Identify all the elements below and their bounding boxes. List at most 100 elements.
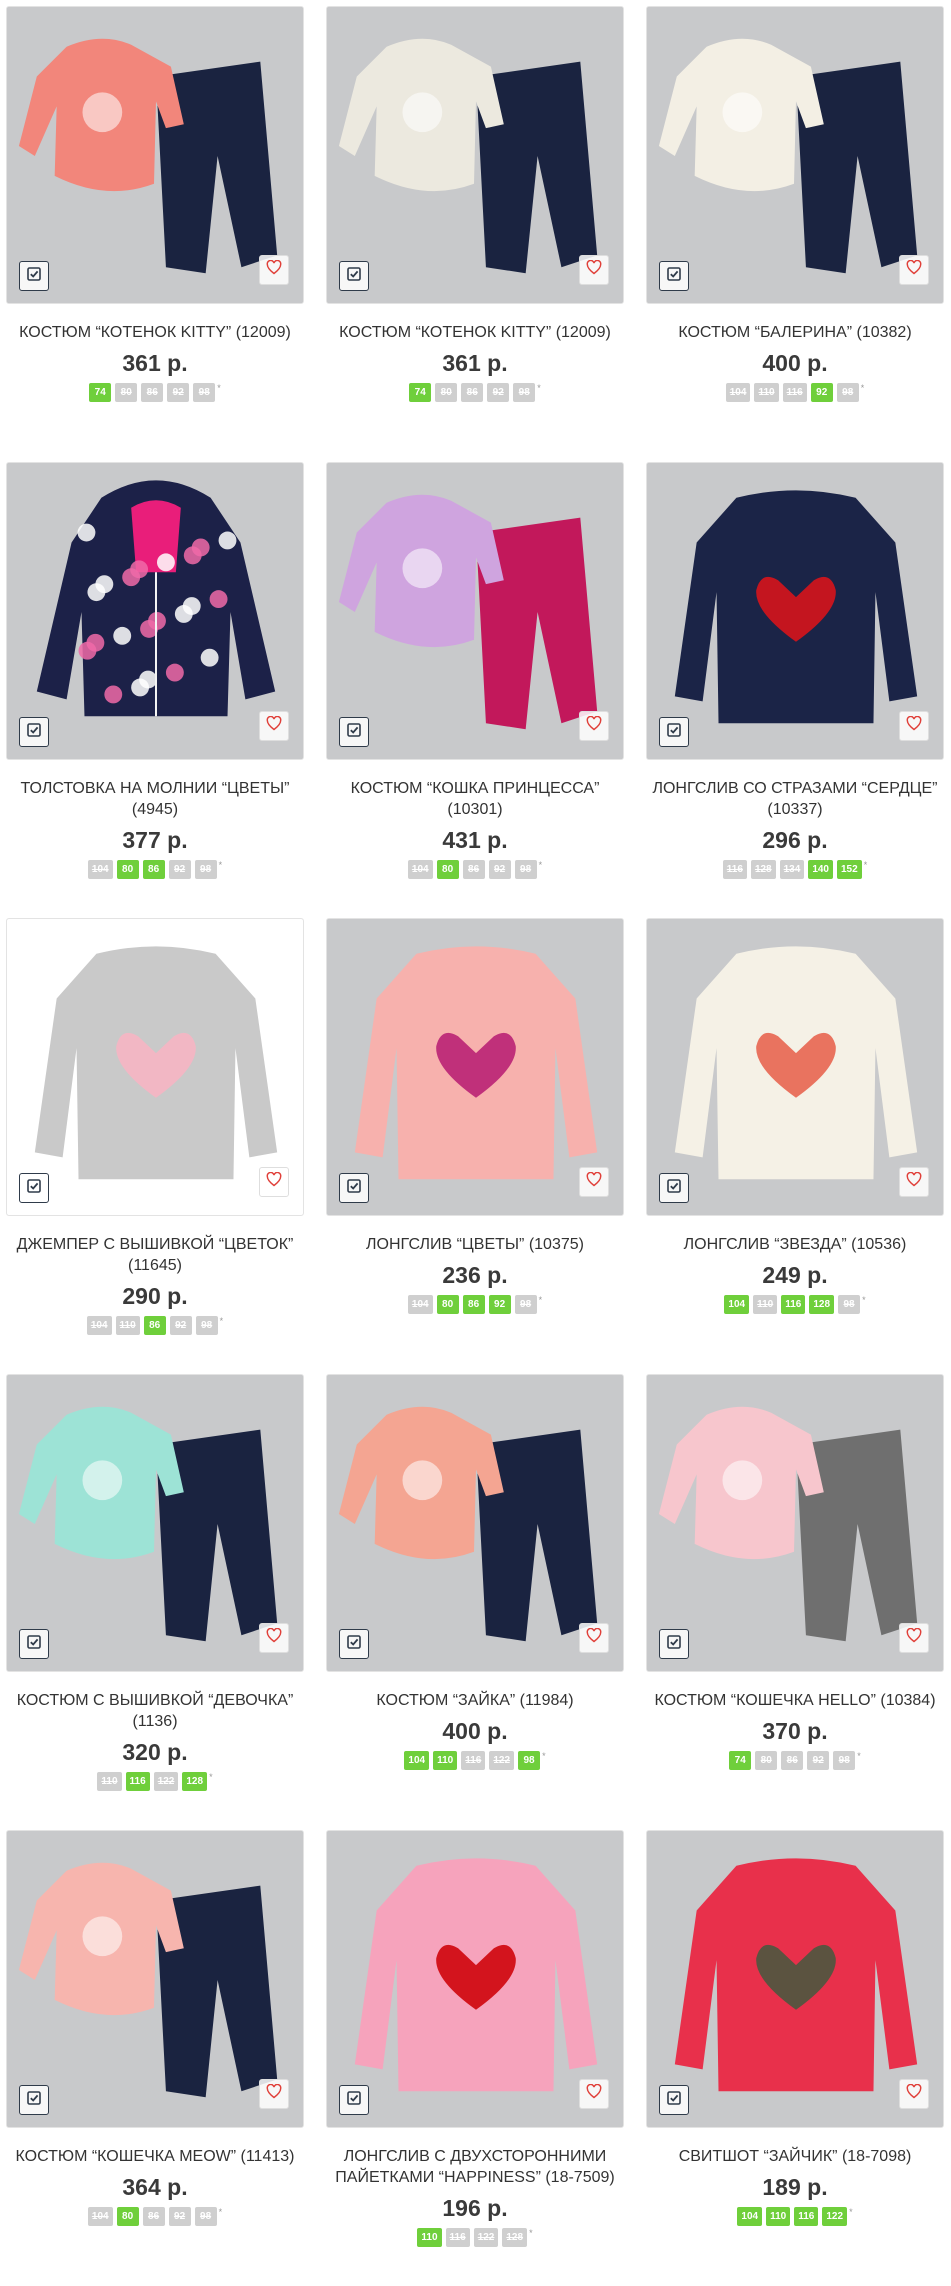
size-badge[interactable]: 92: [168, 860, 191, 879]
size-badge[interactable]: 122: [822, 2207, 848, 2226]
size-badge[interactable]: 86: [461, 383, 484, 402]
size-badge[interactable]: 128: [502, 2228, 528, 2247]
size-badge[interactable]: 110: [753, 1295, 778, 1314]
favorite-button[interactable]: [579, 2079, 609, 2109]
size-badge[interactable]: 116: [722, 860, 747, 879]
size-badge[interactable]: 98: [194, 2207, 217, 2226]
size-badge[interactable]: 92: [810, 383, 833, 402]
product-photo[interactable]: [6, 1374, 304, 1672]
product-card[interactable]: КОСТЮМ “КОШКА ПРИНЦЕССА” (10301) 431 р. 10…: [326, 462, 624, 918]
product-title[interactable]: ДЖЕМПЕР С ВЫШИВКОЙ “ЦВЕТОК” (11645): [6, 1234, 304, 1276]
size-badge[interactable]: 92: [168, 2207, 191, 2226]
size-badge[interactable]: 98: [838, 1295, 861, 1314]
product-card[interactable]: ЛОНГСЛИВ “ЗВЕЗДА” (10536) 249 р. 104 110 116…: [646, 918, 944, 1374]
favorite-button[interactable]: [579, 255, 609, 285]
favorite-button[interactable]: [899, 255, 929, 285]
product-photo[interactable]: [646, 6, 944, 304]
size-badge[interactable]: 104: [86, 1316, 112, 1335]
product-card[interactable]: КОСТЮМ “КОШЕЧКА HELLO” (10384) 370 р. 74 80…: [646, 1374, 944, 1830]
compare-checkbox-button[interactable]: [659, 261, 689, 291]
product-card[interactable]: ЛОНГСЛИВ С ДВУХСТОРОННИМИ ПАЙЕТКАМИ “HAP…: [326, 1830, 624, 2286]
size-badge[interactable]: 92: [488, 860, 511, 879]
product-card[interactable]: КОСТЮМ С ВЫШИВКОЙ “ДЕВОЧКА” (1136) 320 р.…: [6, 1374, 304, 1830]
size-badge[interactable]: 98: [513, 383, 536, 402]
product-card[interactable]: КОСТЮМ “БАЛЕРИНА” (10382) 400 р. 104 110 116…: [646, 6, 944, 462]
size-badge[interactable]: 98: [193, 383, 216, 402]
size-badge[interactable]: 104: [404, 1751, 430, 1770]
product-photo[interactable]: [326, 1830, 624, 2128]
favorite-button[interactable]: [259, 1167, 289, 1197]
favorite-button[interactable]: [259, 1623, 289, 1653]
size-badge[interactable]: 110: [417, 2228, 442, 2247]
product-title[interactable]: КОСТЮМ С ВЫШИВКОЙ “ДЕВОЧКА” (1136): [6, 1690, 304, 1732]
size-badge[interactable]: 110: [433, 1751, 458, 1770]
product-title[interactable]: ЛОНГСЛИВ С ДВУХСТОРОННИМИ ПАЙЕТКАМИ “HAP…: [326, 2146, 624, 2188]
size-badge[interactable]: 134: [779, 860, 805, 879]
product-card[interactable]: КОСТЮМ “КОШЕЧКА MEOW” (11413) 364 р. 104 80…: [6, 1830, 304, 2286]
product-card[interactable]: ТОЛСТОВКА НА МОЛНИИ “ЦВЕТЫ” (4945) 377 р.…: [6, 462, 304, 918]
size-badge[interactable]: 116: [781, 1295, 806, 1314]
product-card[interactable]: ДЖЕМПЕР С ВЫШИВКОЙ “ЦВЕТОК” (11645) 290 р…: [6, 918, 304, 1374]
size-badge[interactable]: 116: [125, 1772, 150, 1791]
compare-checkbox-button[interactable]: [659, 2085, 689, 2115]
product-photo[interactable]: [6, 462, 304, 760]
compare-checkbox-button[interactable]: [339, 261, 369, 291]
favorite-button[interactable]: [899, 1623, 929, 1653]
size-badge[interactable]: 122: [489, 1751, 515, 1770]
size-badge[interactable]: 116: [445, 2228, 470, 2247]
size-badge[interactable]: 80: [755, 1751, 778, 1770]
product-photo[interactable]: [646, 1830, 944, 2128]
compare-checkbox-button[interactable]: [339, 1629, 369, 1659]
product-title[interactable]: КОСТЮМ “БАЛЕРИНА” (10382): [646, 322, 944, 343]
size-badge[interactable]: 86: [462, 1295, 485, 1314]
size-badge[interactable]: 128: [809, 1295, 835, 1314]
size-badge[interactable]: 80: [116, 860, 139, 879]
size-badge[interactable]: 98: [514, 860, 537, 879]
size-badge[interactable]: 86: [141, 383, 164, 402]
product-title[interactable]: КОСТЮМ “КОШЕЧКА HELLO” (10384): [646, 1690, 944, 1711]
size-badge[interactable]: 86: [781, 1751, 804, 1770]
size-badge[interactable]: 104: [725, 383, 751, 402]
favorite-button[interactable]: [579, 1623, 609, 1653]
size-badge[interactable]: 116: [794, 2207, 819, 2226]
compare-checkbox-button[interactable]: [339, 717, 369, 747]
size-badge[interactable]: 80: [115, 383, 138, 402]
size-badge[interactable]: 104: [87, 2207, 113, 2226]
product-photo[interactable]: [6, 1830, 304, 2128]
product-card[interactable]: КОСТЮМ “КОТЕНОК KITTY” (12009) 361 р. 74 80…: [6, 6, 304, 462]
size-badge[interactable]: 122: [153, 1772, 179, 1791]
size-badge[interactable]: 80: [436, 860, 459, 879]
favorite-button[interactable]: [259, 2079, 289, 2109]
product-photo[interactable]: [6, 6, 304, 304]
product-title[interactable]: КОСТЮМ “КОШЕЧКА MEOW” (11413): [6, 2146, 304, 2167]
size-badge[interactable]: 86: [142, 860, 165, 879]
compare-checkbox-button[interactable]: [19, 1629, 49, 1659]
product-photo[interactable]: [326, 918, 624, 1216]
product-card[interactable]: ЛОНГСЛИВ СО СТРАЗАМИ “СЕРДЦЕ” (10337) 296…: [646, 462, 944, 918]
size-badge[interactable]: 98: [194, 860, 217, 879]
size-badge[interactable]: 128: [750, 860, 776, 879]
size-badge[interactable]: 104: [737, 2207, 763, 2226]
product-title[interactable]: КОСТЮМ “ЗАЙКА” (11984): [326, 1690, 624, 1711]
product-title[interactable]: ЛОНГСЛИВ “ЦВЕТЫ” (10375): [326, 1234, 624, 1255]
product-card[interactable]: КОСТЮМ “КОТЕНОК KITTY” (12009) 361 р. 74 80…: [326, 6, 624, 462]
product-title[interactable]: ЛОНГСЛИВ СО СТРАЗАМИ “СЕРДЦЕ” (10337): [646, 778, 944, 820]
product-photo[interactable]: [646, 918, 944, 1216]
size-badge[interactable]: 104: [407, 1295, 433, 1314]
size-badge[interactable]: 98: [195, 1316, 218, 1335]
size-badge[interactable]: 92: [167, 383, 190, 402]
size-badge[interactable]: 92: [807, 1751, 830, 1770]
size-badge[interactable]: 116: [461, 1751, 486, 1770]
product-title[interactable]: КОСТЮМ “КОТЕНОК KITTY” (12009): [326, 322, 624, 343]
compare-checkbox-button[interactable]: [19, 717, 49, 747]
product-card[interactable]: СВИТШОТ “ЗАЙЧИК” (18-7098) 189 р. 104 110 11…: [646, 1830, 944, 2286]
product-title[interactable]: КОСТЮМ “КОШКА ПРИНЦЕССА” (10301): [326, 778, 624, 820]
size-badge[interactable]: 80: [436, 1295, 459, 1314]
size-badge[interactable]: 98: [518, 1751, 541, 1770]
product-card[interactable]: ЛОНГСЛИВ “ЦВЕТЫ” (10375) 236 р. 104 80 86 92 9…: [326, 918, 624, 1374]
size-badge[interactable]: 80: [116, 2207, 139, 2226]
favorite-button[interactable]: [899, 711, 929, 741]
size-badge[interactable]: 152: [837, 860, 862, 879]
favorite-button[interactable]: [899, 2079, 929, 2109]
product-title[interactable]: ТОЛСТОВКА НА МОЛНИИ “ЦВЕТЫ” (4945): [6, 778, 304, 820]
